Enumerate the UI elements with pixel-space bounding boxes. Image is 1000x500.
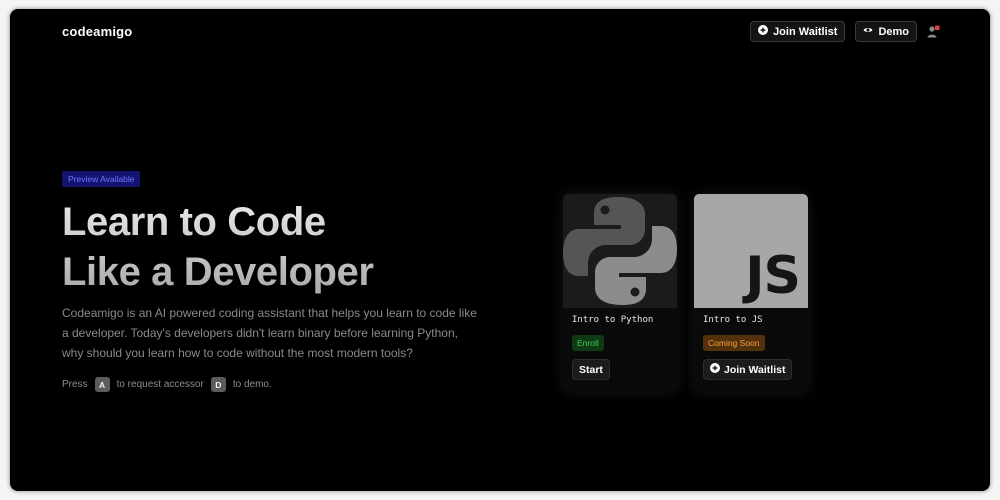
- hero-title-line-2: Like a Developer: [62, 250, 374, 294]
- keyboard-hint: Press A to request accessor D to demo.: [62, 377, 272, 392]
- js-logo-icon: JS: [745, 246, 801, 306]
- python-logo-icon: [563, 197, 677, 305]
- hint-middle: to request accessor: [116, 379, 204, 390]
- start-button[interactable]: Start: [572, 359, 610, 380]
- user-avatar-icon[interactable]: [927, 25, 940, 38]
- key-d: D: [210, 377, 226, 392]
- app-window: codeamigo Join Waitlist Demo Preview Ava…: [10, 9, 990, 491]
- course-card-python[interactable]: Intro to Python Enroll Start: [563, 194, 677, 392]
- plus-circle-icon: [758, 25, 769, 38]
- start-button-label: Start: [579, 363, 603, 376]
- card-image: [563, 194, 677, 308]
- card-title: Intro to JS: [703, 315, 763, 325]
- card-join-waitlist-button[interactable]: Join Waitlist: [703, 359, 793, 380]
- preview-badge: Preview Available: [62, 171, 141, 187]
- card-image: JS: [694, 194, 808, 308]
- card-title: Intro to Python: [572, 315, 654, 325]
- course-card-js[interactable]: JS Intro to JS Coming Soon Join Waitlist: [694, 194, 808, 392]
- join-waitlist-label: Join Waitlist: [724, 363, 786, 376]
- brand-logo[interactable]: codeamigo: [62, 24, 132, 39]
- hero-description: Codeamigo is an AI powered coding assist…: [62, 306, 477, 360]
- key-a: A: [94, 377, 110, 392]
- enroll-badge: Enroll: [572, 335, 604, 351]
- hero-title: Learn to Code Like a Developer: [62, 197, 374, 297]
- plus-circle-icon: [710, 363, 720, 376]
- hint-end: to demo.: [232, 379, 272, 390]
- hero-title-line-1: Learn to Code: [62, 200, 326, 244]
- coming-soon-badge: Coming Soon: [703, 335, 765, 351]
- demo-label: Demo: [878, 25, 909, 38]
- top-nav: Join Waitlist Demo: [750, 21, 940, 42]
- join-waitlist-label: Join Waitlist: [773, 25, 838, 38]
- join-waitlist-button[interactable]: Join Waitlist: [750, 21, 846, 42]
- hint-press: Press: [62, 379, 88, 390]
- eye-icon: [863, 25, 873, 38]
- demo-button[interactable]: Demo: [855, 21, 917, 42]
